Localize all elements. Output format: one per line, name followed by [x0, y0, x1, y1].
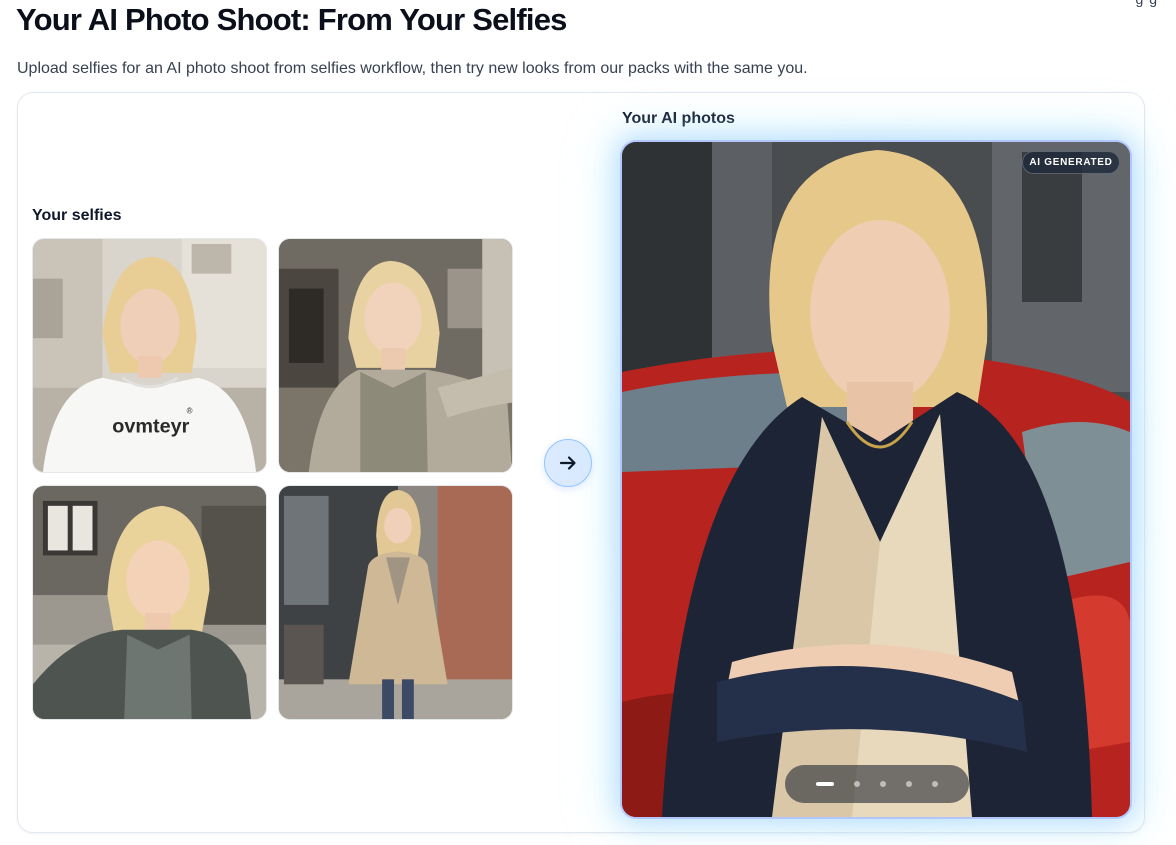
arrow-right-icon — [559, 456, 576, 470]
header-corner-text: g g — [1136, 0, 1158, 7]
carousel-dot-2[interactable] — [854, 781, 860, 787]
selfie-image-1[interactable]: ovmteyr ® — [32, 238, 267, 473]
carousel-dot-1[interactable] — [816, 782, 834, 786]
selfie-image-4[interactable] — [278, 485, 513, 720]
selfies-label: Your selfies — [32, 207, 122, 224]
shirt-registered-mark: ® — [187, 407, 193, 416]
carousel-dot-3[interactable] — [880, 781, 886, 787]
carousel-dot-5[interactable] — [932, 781, 938, 787]
shirt-print-text: ovmteyr — [112, 415, 189, 437]
selfie-image-2[interactable] — [278, 238, 513, 473]
page-title: Your AI Photo Shoot: From Your Selfies — [16, 2, 567, 37]
page-subtitle: Upload selfies for an AI photo shoot fro… — [17, 60, 808, 77]
ai-generated-photo[interactable] — [622, 142, 1130, 817]
carousel-dots — [785, 765, 969, 803]
generate-arrow-button[interactable] — [544, 439, 592, 487]
selfie-image-3[interactable] — [32, 485, 267, 720]
carousel-dot-4[interactable] — [906, 781, 912, 787]
ai-photos-label: Your AI photos — [622, 110, 735, 127]
ai-generated-badge: AI GENERATED — [1022, 151, 1120, 174]
